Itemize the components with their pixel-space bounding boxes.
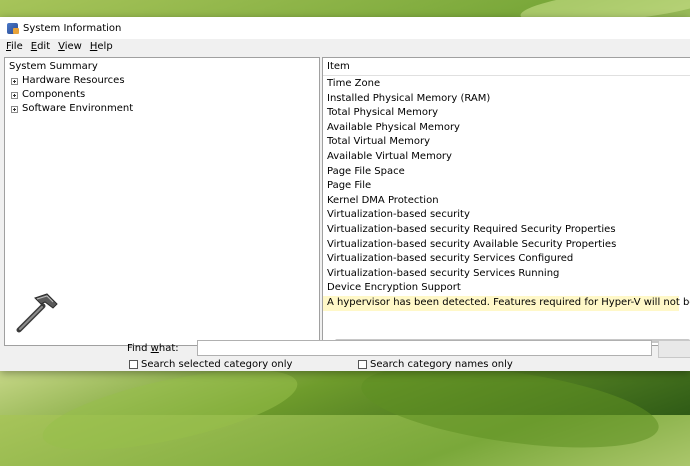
header-divider [323,75,690,76]
search-category-names-option[interactable]: Search category names only [358,359,513,370]
tree-item-software-environment[interactable]: Software Environment [11,102,133,116]
menu-help-rest: elp [97,40,113,52]
list-item[interactable]: Available Virtual Memory [323,150,690,165]
list-item[interactable]: Total Physical Memory [323,106,690,121]
expand-icon[interactable] [11,105,18,113]
system-information-window: System Information File Edit View Help S… [0,17,690,371]
menu-help[interactable]: Help [90,41,113,52]
column-header-item[interactable]: Item [327,60,350,74]
hypervisor-notice: A hypervisor has been detected. Features… [323,295,690,311]
expand-icon[interactable] [11,77,18,85]
menu-bar: File Edit View Help [0,39,690,53]
search-selected-category-option[interactable]: Search selected category only [129,359,292,370]
list-item[interactable]: Device Encryption Support [323,281,690,296]
list-item[interactable]: Total Virtual Memory [323,135,690,150]
tree-item-components[interactable]: Components [11,88,85,102]
list-item[interactable]: Virtualization-based security Required S… [323,223,690,238]
tree-item-hardware-resources[interactable]: Hardware Resources [11,74,125,88]
list-item[interactable]: Virtualization-based security [323,208,690,223]
expand-icon[interactable] [11,91,18,99]
find-what-input[interactable] [197,340,652,356]
system-information-icon [7,22,19,34]
list-item[interactable]: Page File Space [323,165,690,180]
list-item[interactable]: Installed Physical Memory (RAM) [323,92,690,107]
find-what-mnemonic: w [150,343,159,354]
menu-file-rest: ile [11,40,23,52]
list-item[interactable]: Page File [323,179,690,194]
search-selected-category-checkbox[interactable] [129,360,138,369]
find-bar: Find what: Search selected category only… [0,340,690,371]
list-item[interactable]: Virtualization-based security Services C… [323,252,690,267]
tree-item-label: Components [22,89,86,100]
search-selected-category-label: Search selected category only [141,359,293,370]
hammer-watermark-icon [16,293,58,333]
tree-item-label: Software Environment [22,103,134,114]
search-category-names-label: Search category names only [370,359,513,370]
menu-file[interactable]: File [6,41,23,52]
list-item[interactable]: Kernel DMA Protection [323,194,690,209]
find-what-label: Find what: [127,343,179,354]
menu-view[interactable]: View [58,41,82,52]
search-category-names-checkbox[interactable] [358,360,367,369]
menu-edit-rest: dit [37,40,51,52]
title-bar[interactable]: System Information [0,17,690,39]
window-title: System Information [23,22,122,34]
menu-view-rest: iew [64,40,82,52]
tree-item-system-summary[interactable]: System Summary [9,60,98,74]
item-list[interactable]: Item Time Zone Installed Physical Memory… [322,57,690,346]
find-button[interactable] [658,340,690,358]
list-item[interactable]: Time Zone [323,77,690,92]
menu-edit[interactable]: Edit [31,41,50,52]
pane-splitter[interactable] [320,57,321,345]
content-panes: System Summary Hardware Resources Compon… [4,57,690,346]
menu-view-mnemonic: V [58,40,65,52]
category-tree[interactable]: System Summary Hardware Resources Compon… [4,57,320,346]
tree-item-label: Hardware Resources [22,75,125,86]
list-item[interactable]: Available Physical Memory [323,121,690,136]
list-item[interactable]: Virtualization-based security Available … [323,238,690,253]
list-item[interactable]: Virtualization-based security Services R… [323,267,690,282]
item-rows: Time Zone Installed Physical Memory (RAM… [323,77,690,311]
